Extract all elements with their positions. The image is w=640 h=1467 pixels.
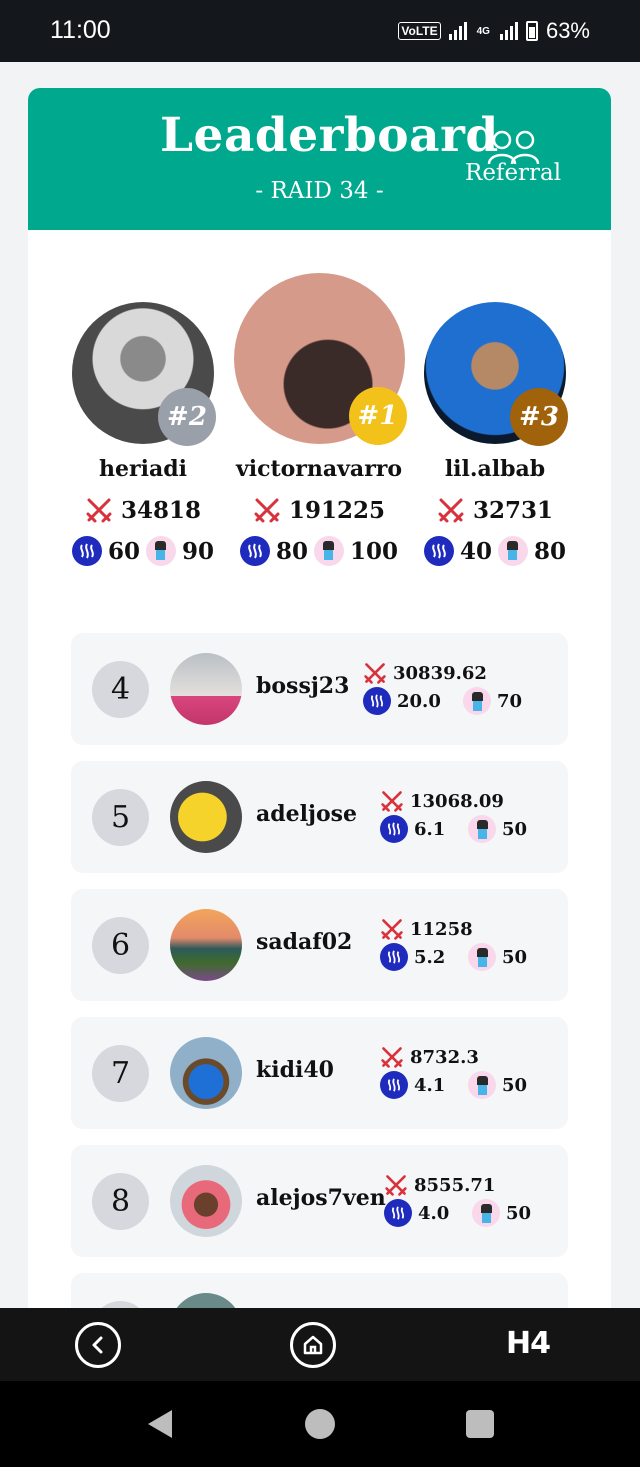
avatar: #1 <box>233 273 407 445</box>
podium-second[interactable]: #2 heriadi 34818 60 90 <box>53 302 233 566</box>
steem-icon <box>380 815 408 843</box>
pixel-token-icon <box>468 943 496 971</box>
podium-first[interactable]: #1 victornavarro 191225 80 100 <box>229 273 409 566</box>
pixel-token-icon <box>498 536 528 566</box>
swords-icon <box>86 498 112 523</box>
steem-icon <box>384 1199 412 1227</box>
status-bar: 11:00 VoLTE 4G 63% <box>0 0 640 62</box>
list-item[interactable]: 5 adeljose 13068.09 6.1 50 <box>71 761 568 873</box>
user-stats: 30839.62 20.0 70 <box>363 659 522 715</box>
rank-badge: #1 <box>348 387 407 445</box>
rank-badge: #3 <box>510 388 568 446</box>
pixel-token-icon <box>472 1199 500 1227</box>
home-icon[interactable] <box>290 1322 336 1368</box>
user-stats: 8732.3 4.1 50 <box>380 1043 527 1099</box>
pixel-token-icon <box>314 536 344 566</box>
back-triangle-icon[interactable] <box>144 1408 174 1440</box>
list-item[interactable]: 6 sadaf02 11258 5.2 50 <box>71 889 568 1001</box>
podium-tokens: 80 100 <box>229 536 409 566</box>
swords-icon <box>381 1047 403 1068</box>
pixel-token-icon <box>468 1071 496 1099</box>
pixel-token-icon <box>463 687 491 715</box>
status-icons: VoLTE 4G 63% <box>398 18 590 44</box>
steem-icon <box>380 1071 408 1099</box>
list-item[interactable]: 8 alejos7ven 8555.71 4.0 50 <box>71 1145 568 1257</box>
user-stats: 11258 5.2 50 <box>380 915 527 971</box>
avatar: #3 <box>424 302 568 446</box>
podium-tokens: 60 90 <box>53 536 233 566</box>
user-stats: 13068.09 6.1 50 <box>380 787 527 843</box>
avatar <box>170 653 242 725</box>
leaderboard-card: Leaderboard - RAID 34 - Referral #2 heri… <box>28 88 611 1328</box>
user-name: kidi40 <box>256 1057 334 1083</box>
podium-name: lil.albab <box>444 456 546 482</box>
status-time: 11:00 <box>50 16 111 44</box>
podium-score: 191225 <box>229 496 409 524</box>
rank-number: 7 <box>92 1045 149 1102</box>
podium-name: victornavarro <box>235 456 403 482</box>
back-circle-icon[interactable] <box>75 1322 121 1368</box>
swords-icon <box>364 663 386 684</box>
avatar <box>170 1037 242 1109</box>
rank-number: 5 <box>92 789 149 846</box>
list-item[interactable]: 7 kidi40 8732.3 4.1 50 <box>71 1017 568 1129</box>
user-stats: 8555.71 4.0 50 <box>384 1171 531 1227</box>
avatar <box>170 1165 242 1237</box>
podium-tokens: 40 80 <box>405 536 585 566</box>
list-item[interactable]: 4 bossj23 30839.62 20.0 70 <box>71 633 568 745</box>
pixel-token-icon <box>468 815 496 843</box>
avatar <box>170 909 242 981</box>
bottom-nav: H4 <box>0 1308 640 1381</box>
steem-icon <box>71 536 102 566</box>
swords-icon <box>438 498 464 523</box>
podium-name: heriadi <box>99 456 187 482</box>
volte-indicator: VoLTE <box>398 22 441 40</box>
page-title: Leaderboard <box>160 108 499 163</box>
user-name: bossj23 <box>256 673 350 699</box>
battery-icon <box>525 21 538 41</box>
rank-number: 4 <box>92 661 149 718</box>
steem-icon <box>423 536 454 566</box>
recents-square-icon[interactable] <box>466 1410 494 1438</box>
avatar: #2 <box>72 302 216 446</box>
steem-icon <box>239 536 270 566</box>
swords-icon <box>254 498 280 523</box>
podium-score: 34818 <box>53 496 233 524</box>
swords-icon <box>381 791 403 812</box>
pixel-token-icon <box>146 536 176 566</box>
battery-percent: 63% <box>545 18 590 43</box>
signal-icon-2 <box>499 22 518 40</box>
swords-icon <box>385 1175 407 1196</box>
avatar <box>170 781 242 853</box>
steem-icon <box>363 687 391 715</box>
home-circle-icon[interactable] <box>305 1409 335 1439</box>
rank-badge: #2 <box>158 388 216 446</box>
rank-number: 6 <box>92 917 149 974</box>
referral-link[interactable]: Referral <box>465 160 561 186</box>
signal-icon <box>448 22 467 40</box>
podium-third[interactable]: #3 lil.albab 32731 40 80 <box>405 302 585 566</box>
leaderboard-header: Leaderboard - RAID 34 - Referral <box>28 88 611 230</box>
brand-logo[interactable]: H4 <box>506 1326 551 1361</box>
user-name: alejos7ven <box>256 1185 386 1211</box>
podium-score: 32731 <box>405 496 585 524</box>
swords-icon <box>381 919 403 940</box>
system-nav-bar <box>0 1381 640 1467</box>
user-name: sadaf02 <box>256 929 353 955</box>
network-type: 4G <box>476 25 490 37</box>
rank-number: 8 <box>92 1173 149 1230</box>
steem-icon <box>380 943 408 971</box>
user-name: adeljose <box>256 801 358 827</box>
